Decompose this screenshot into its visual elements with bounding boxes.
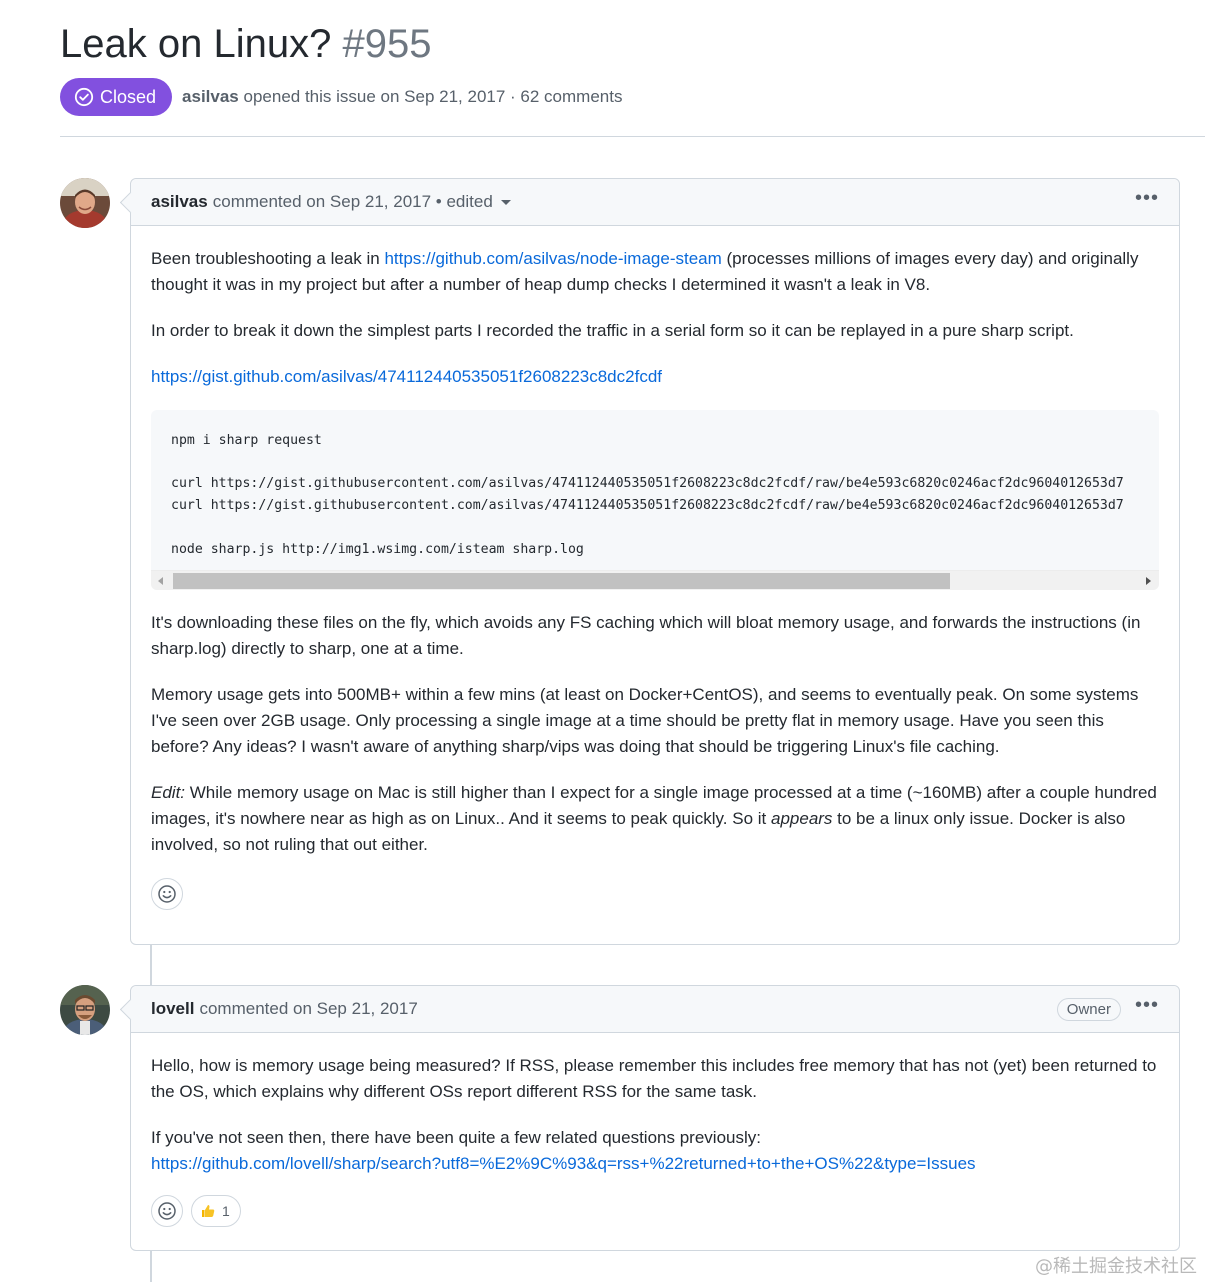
owner-badge: Owner — [1056, 997, 1121, 1021]
reactions: 1 — [151, 1195, 1159, 1227]
edit-label: Edit: — [151, 783, 186, 803]
add-reaction-button[interactable] — [151, 1195, 183, 1227]
comment-actions: Owner ••• — [1056, 995, 1159, 1021]
kebab-horizontal-icon[interactable]: ••• — [1135, 188, 1159, 211]
comment-author[interactable]: lovell — [151, 999, 194, 1019]
reactions — [151, 878, 1159, 911]
comment-body: Been troubleshooting a leak in https://g… — [131, 226, 1179, 926]
add-reaction-button[interactable] — [151, 878, 183, 911]
comment-actions: ••• — [1135, 188, 1159, 211]
thumbs-up-reaction-button[interactable]: 1 — [191, 1195, 241, 1227]
comment-paragraph: If you've not seen then, there have been… — [151, 1125, 1159, 1177]
state-label: Closed — [100, 86, 157, 107]
comment-paragraph: It's downloading these files on the fly,… — [151, 613, 1141, 659]
issue-title: Leak on Linux? #955 — [60, 18, 1205, 70]
issue-opened-meta: asilvas opened this issue on Sep 21, 201… — [182, 87, 622, 107]
comment-paragraph: https://gist.github.com/asilvas/47411244… — [151, 364, 1159, 390]
gist-link[interactable]: https://gist.github.com/asilvas/47411244… — [151, 367, 662, 386]
timeline-line — [150, 944, 152, 986]
comment-timestamp[interactable]: commented on Sep 21, 2017 • edited — [213, 192, 493, 212]
thumbs-up-count: 1 — [222, 1203, 230, 1219]
code-content: npm i sharp request curl https://gist.gi… — [171, 433, 1124, 557]
scroll-right-icon[interactable] — [1146, 577, 1151, 586]
comment-paragraph: In order to break it down the simplest p… — [151, 321, 1074, 340]
scrollbar-thumb[interactable] — [173, 573, 950, 590]
text: If you've not seen then, there have been… — [151, 1128, 761, 1147]
comment-asilvas: asilvas commented on Sep 21, 2017 • edit… — [130, 178, 1180, 945]
issue-number: #955 — [342, 22, 432, 66]
comment-timestamp[interactable]: commented on Sep 21, 2017 — [199, 999, 417, 1019]
edit-history-caret-icon[interactable] — [500, 199, 511, 205]
horizontal-scrollbar[interactable] — [151, 570, 1159, 591]
scroll-left-icon[interactable] — [158, 577, 163, 586]
comment-author[interactable]: asilvas — [151, 192, 208, 212]
kebab-horizontal-icon[interactable]: ••• — [1135, 995, 1159, 1018]
text: Been troubleshooting a leak in — [151, 249, 385, 268]
issue-opened-text: opened this issue on Sep 21, 2017 · 62 c… — [243, 87, 623, 106]
state-badge: Closed — [60, 78, 173, 116]
avatar-asilvas[interactable] — [60, 178, 110, 228]
comment-header: asilvas commented on Sep 21, 2017 • edit… — [131, 179, 1179, 226]
smiley-icon — [158, 885, 176, 903]
timeline-line — [150, 1250, 152, 1282]
issue-meta: Closed asilvas opened this issue on Sep … — [60, 78, 1205, 116]
comment-paragraph: Been troubleshooting a leak in https://g… — [151, 246, 1159, 298]
comment-paragraph: Memory usage gets into 500MB+ within a f… — [151, 685, 1139, 757]
comment-paragraph: Edit: While memory usage on Mac is still… — [151, 780, 1159, 858]
header-divider — [60, 136, 1205, 137]
issue-header: Leak on Linux? #955 Closed asilvas opene… — [60, 18, 1205, 116]
issue-author-link[interactable]: asilvas — [182, 87, 239, 106]
watermark: @稀土掘金技术社区 — [1035, 1256, 1197, 1277]
issue-title-text: Leak on Linux? — [60, 22, 332, 66]
comment-header: lovell commented on Sep 21, 2017 Owner •… — [131, 986, 1179, 1033]
check-circle-icon — [74, 87, 94, 107]
comment-body: Hello, how is memory usage being measure… — [131, 1033, 1179, 1243]
repo-link[interactable]: https://github.com/asilvas/node-image-st… — [384, 249, 721, 268]
emphasis-text: appears — [771, 809, 833, 829]
comment-paragraph: Hello, how is memory usage being measure… — [151, 1056, 1157, 1101]
smiley-icon — [158, 1202, 176, 1220]
code-block: npm i sharp request curl https://gist.gi… — [151, 410, 1159, 591]
avatar-lovell[interactable] — [60, 985, 110, 1035]
thumbs-up-icon — [202, 1205, 215, 1217]
comment-lovell: lovell commented on Sep 21, 2017 Owner •… — [130, 985, 1180, 1251]
search-link[interactable]: https://github.com/lovell/sharp/search?u… — [151, 1154, 976, 1173]
